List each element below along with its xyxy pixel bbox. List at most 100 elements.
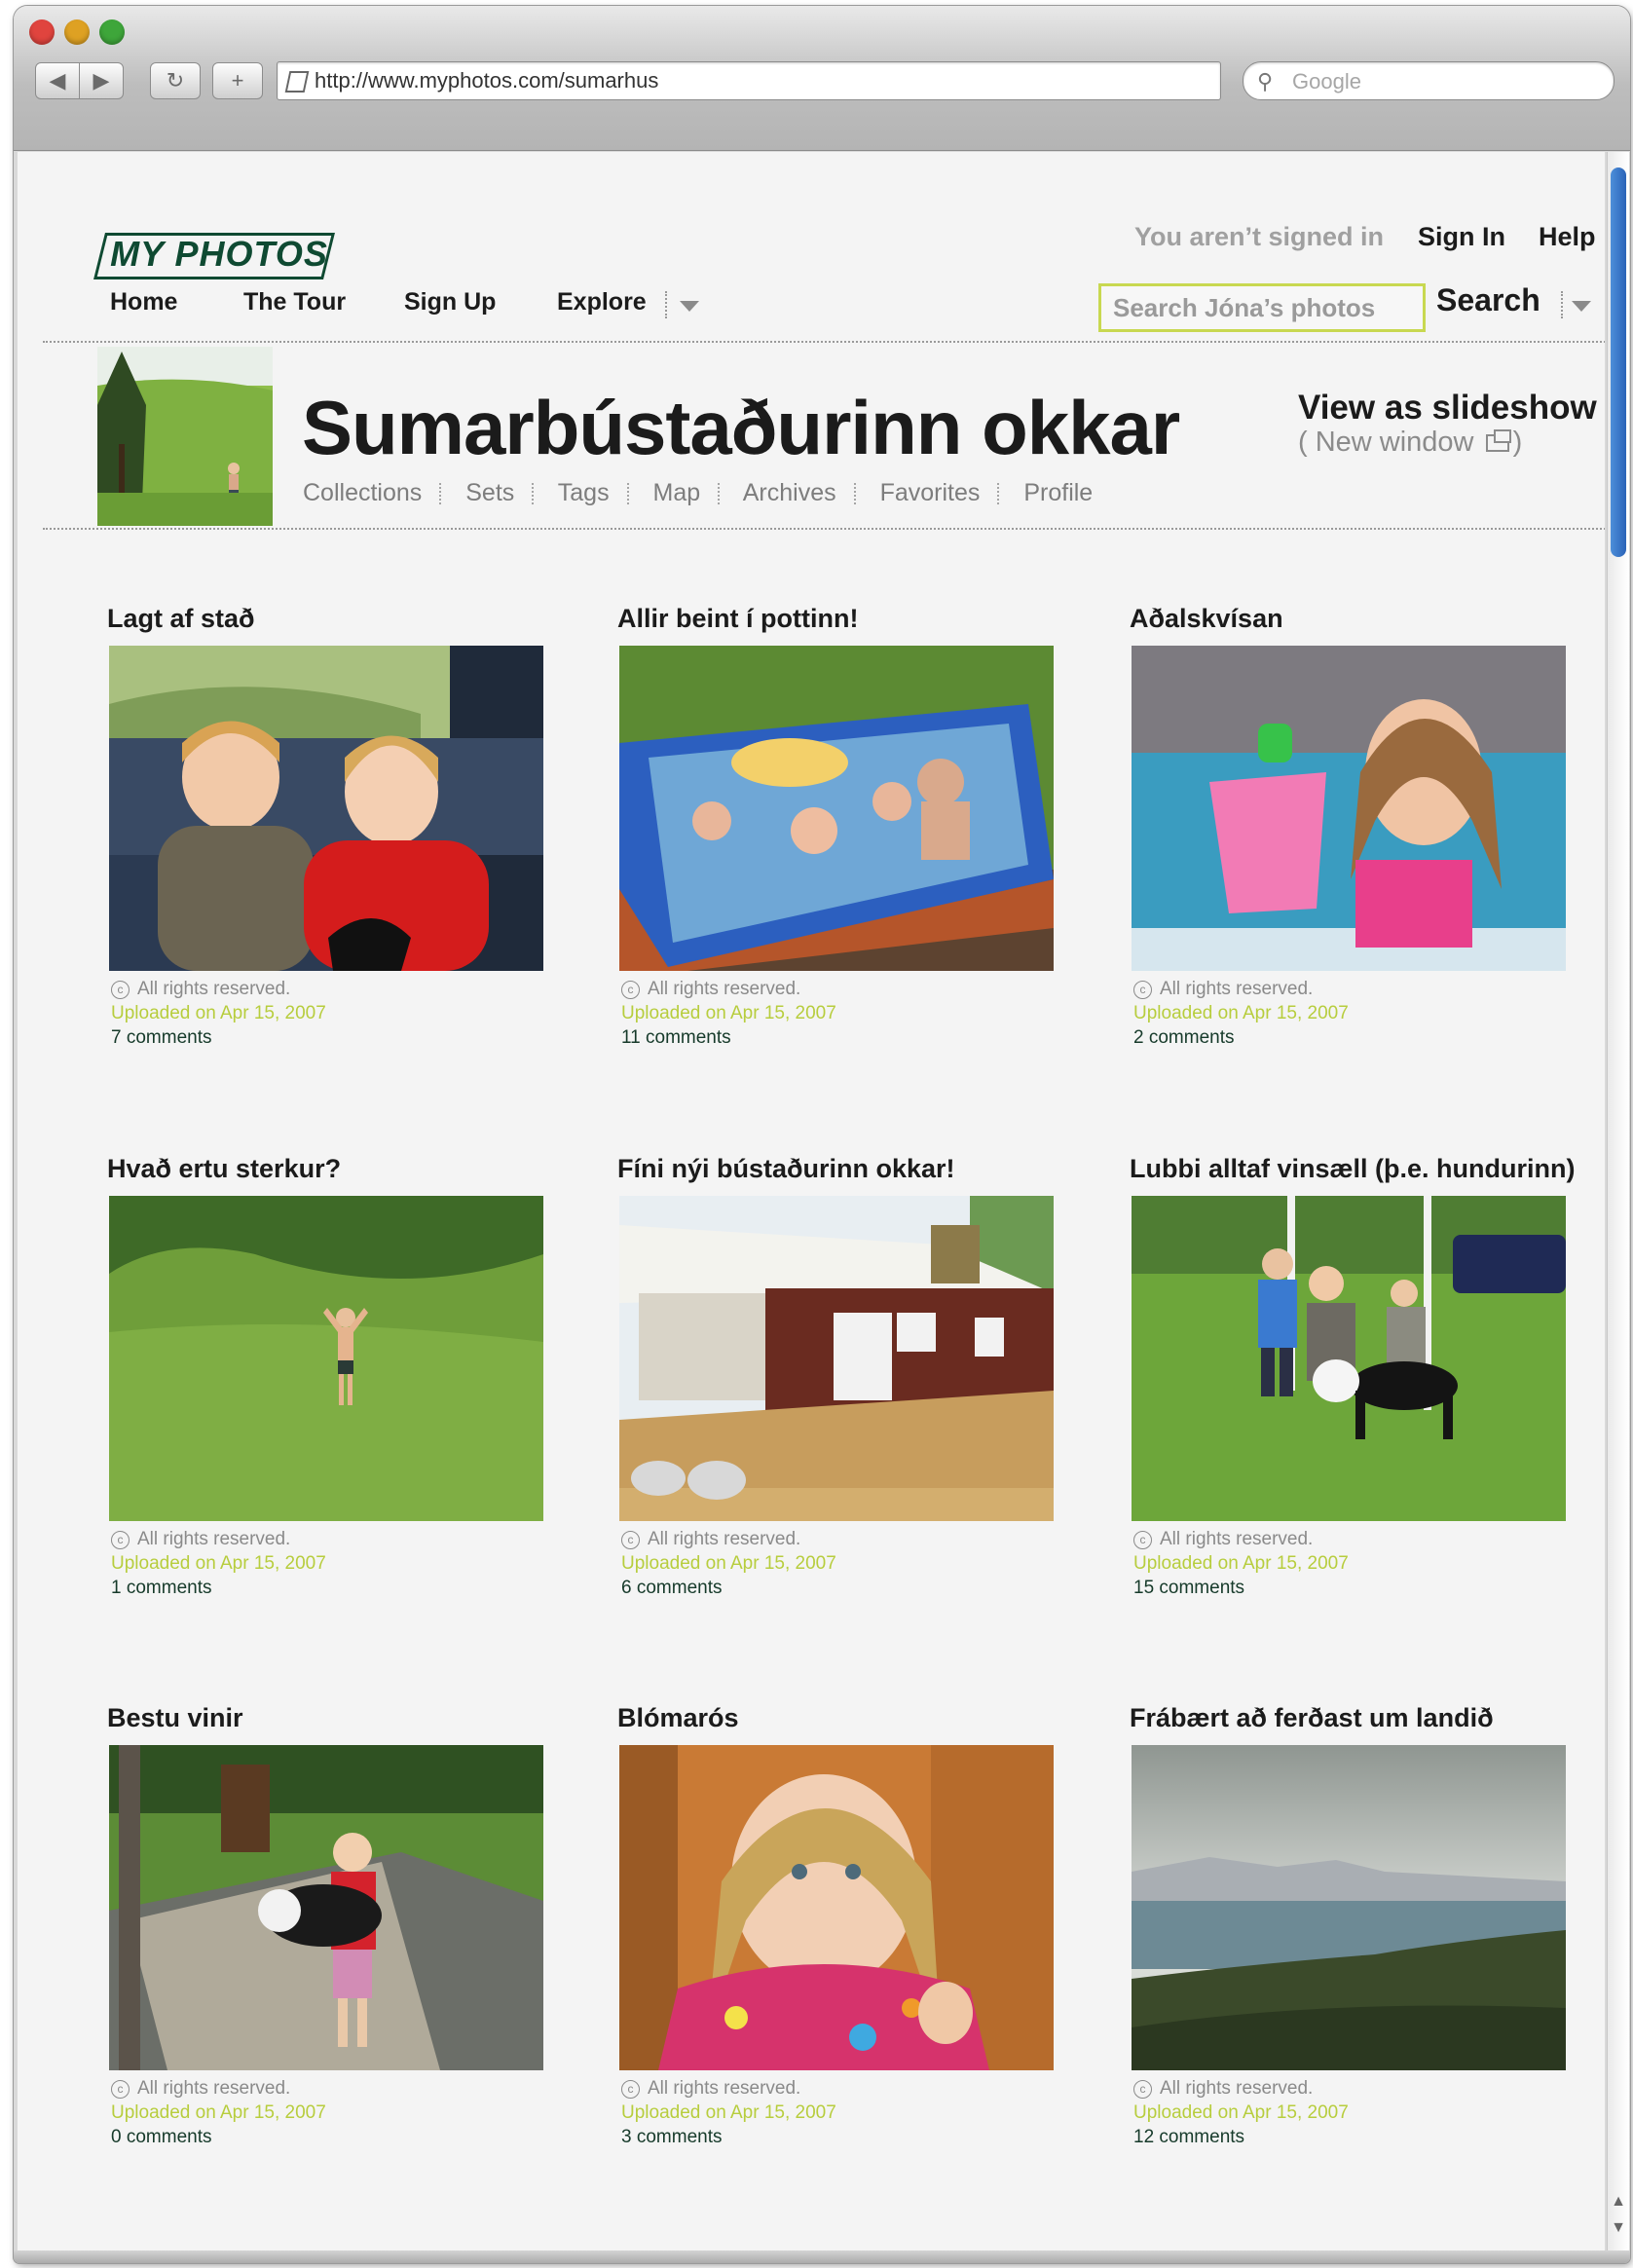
rights-text: All rights reserved.: [137, 1529, 291, 1549]
photo-title[interactable]: Frábært að ferðast um landið: [1130, 1703, 1494, 1733]
photo-meta: c All rights reserved. Uploaded on Apr 15…: [621, 1527, 836, 1600]
photo-thumbnail[interactable]: [619, 1196, 1054, 1521]
magnifier-icon: ⚲: [1257, 69, 1274, 93]
subnav-profile[interactable]: Profile: [1023, 479, 1093, 506]
comment-count[interactable]: 6 comments: [621, 1576, 836, 1600]
subnav-favorites[interactable]: Favorites: [880, 479, 981, 506]
reload-icon: ↻: [166, 68, 185, 93]
copyright-icon: c: [1133, 1531, 1152, 1549]
rights-text: All rights reserved.: [137, 979, 291, 999]
page-viewport: MY PHOTOS Home The Tour Sign Up Explore …: [18, 152, 1605, 2250]
subnav-sets[interactable]: Sets: [465, 479, 514, 506]
forward-arrow-icon: ▶: [93, 68, 110, 93]
upload-date: Uploaded on Apr 15, 2007: [111, 2102, 326, 2123]
close-window-button[interactable]: [29, 19, 55, 45]
photo-title[interactable]: Lubbi alltaf vinsæll (þ.e. hundurinn): [1130, 1154, 1575, 1184]
browser-window: ◀ ▶ ↻ + http://www.myphotos.com/sumarhus…: [14, 6, 1630, 2263]
comment-count[interactable]: 1 comments: [111, 1576, 326, 1600]
sign-in-status: You aren’t signed in: [1134, 222, 1385, 251]
photo-title[interactable]: Aðalskvísan: [1130, 604, 1283, 634]
upload-date: Uploaded on Apr 15, 2007: [111, 1553, 326, 1574]
upload-date: Uploaded on Apr 15, 2007: [1133, 2102, 1349, 2123]
page-icon: [284, 71, 310, 93]
subnav-tags[interactable]: Tags: [558, 479, 610, 506]
header-divider: [43, 341, 1605, 343]
subnav-map[interactable]: Map: [653, 479, 701, 506]
comment-count[interactable]: 0 comments: [111, 2125, 326, 2149]
album-subnav: Collections Sets Tags Map Archives Favor…: [303, 479, 1110, 507]
window-bottom-bar: [14, 2250, 1630, 2263]
search-button[interactable]: Search: [1436, 282, 1540, 318]
address-bar[interactable]: http://www.myphotos.com/sumarhus: [277, 61, 1221, 100]
photo-thumbnail[interactable]: [1132, 646, 1566, 971]
scroll-up-arrow-icon[interactable]: ▲: [1611, 2192, 1626, 2212]
forward-button[interactable]: ▶: [79, 62, 124, 99]
photo-search-input[interactable]: Search Jóna’s photos: [1098, 283, 1426, 332]
comment-count[interactable]: 2 comments: [1133, 1025, 1349, 1050]
photo-thumbnail[interactable]: [619, 646, 1054, 971]
photo-meta: c All rights reserved. Uploaded on Apr 15…: [111, 2076, 326, 2149]
upload-date: Uploaded on Apr 15, 2007: [1133, 1003, 1349, 1023]
subnav-collections[interactable]: Collections: [303, 479, 422, 506]
photo-thumbnail[interactable]: [1132, 1745, 1566, 2070]
upload-date: Uploaded on Apr 15, 2007: [111, 1003, 326, 1023]
sign-in-link[interactable]: Sign In: [1418, 222, 1505, 252]
subnav-separator: [718, 483, 721, 505]
comment-count[interactable]: 3 comments: [621, 2125, 836, 2149]
site-logo[interactable]: MY PHOTOS: [107, 234, 331, 275]
subnav-archives[interactable]: Archives: [743, 479, 836, 506]
nav-explore[interactable]: Explore: [557, 288, 647, 316]
photo-title[interactable]: Blómarós: [617, 1703, 739, 1733]
nav-the-tour[interactable]: The Tour: [243, 288, 346, 316]
album-avatar[interactable]: [97, 347, 273, 526]
reload-button[interactable]: ↻: [150, 62, 201, 99]
comment-count[interactable]: 7 comments: [111, 1025, 326, 1050]
zoom-window-button[interactable]: [99, 19, 125, 45]
subnav-separator: [532, 483, 535, 505]
back-button[interactable]: ◀: [35, 62, 80, 99]
photo-title[interactable]: Allir beint í pottinn!: [617, 604, 858, 634]
photo-thumbnail[interactable]: [619, 1745, 1054, 2070]
scrollbar-thumb[interactable]: [1611, 167, 1626, 557]
search-dropdown-caret-icon[interactable]: [1572, 301, 1591, 312]
comment-count[interactable]: 15 comments: [1133, 1576, 1349, 1600]
copyright-icon: c: [621, 1531, 640, 1549]
photo-title[interactable]: Lagt af stað: [107, 604, 255, 634]
copyright-icon: c: [621, 2080, 640, 2099]
photo-meta: c All rights reserved. Uploaded on Apr 15…: [621, 2076, 836, 2149]
rights-text: All rights reserved.: [137, 2078, 291, 2099]
subnav-separator: [997, 483, 1000, 505]
photo-meta: c All rights reserved. Uploaded on Apr 15…: [621, 977, 836, 1050]
photo-title[interactable]: Hvað ertu sterkur?: [107, 1154, 341, 1184]
nav-home[interactable]: Home: [110, 288, 177, 316]
scroll-down-arrow-icon[interactable]: ▼: [1611, 2218, 1626, 2238]
photo-title[interactable]: Bestu vinir: [107, 1703, 243, 1733]
slideshow-link[interactable]: View as slideshow: [1298, 389, 1597, 428]
rights-text: All rights reserved.: [1160, 1529, 1314, 1549]
copyright-icon: c: [621, 981, 640, 999]
help-link[interactable]: Help: [1539, 222, 1596, 252]
explore-dropdown-caret-icon[interactable]: [680, 301, 699, 312]
browser-search-field[interactable]: ⚲ Google: [1243, 61, 1614, 100]
vertical-scrollbar[interactable]: ▲ ▼: [1607, 152, 1629, 2250]
photo-title[interactable]: Fíni nýi bústaðurinn okkar!: [617, 1154, 955, 1184]
comment-count[interactable]: 12 comments: [1133, 2125, 1349, 2149]
photo-thumbnail[interactable]: [109, 1196, 543, 1521]
rights-text: All rights reserved.: [648, 1529, 801, 1549]
upload-date: Uploaded on Apr 15, 2007: [621, 1553, 836, 1574]
comment-count[interactable]: 11 comments: [621, 1025, 836, 1050]
add-bookmark-button[interactable]: +: [212, 62, 263, 99]
upload-date: Uploaded on Apr 15, 2007: [1133, 1553, 1349, 1574]
new-window-link[interactable]: ( New window ): [1298, 427, 1522, 459]
album-divider: [43, 528, 1605, 530]
new-window-close: ): [1512, 427, 1523, 458]
nav-sign-up[interactable]: Sign Up: [404, 288, 496, 316]
photo-thumbnail[interactable]: [109, 1745, 543, 2070]
photo-meta: c All rights reserved. Uploaded on Apr 15…: [111, 1527, 326, 1600]
photo-thumbnail[interactable]: [109, 646, 543, 971]
minimize-window-button[interactable]: [64, 19, 90, 45]
album-title: Sumarbústaðurinn okkar: [302, 385, 1180, 470]
nav-separator: [665, 291, 667, 318]
subnav-separator: [853, 483, 856, 505]
photo-thumbnail[interactable]: [1132, 1196, 1566, 1521]
